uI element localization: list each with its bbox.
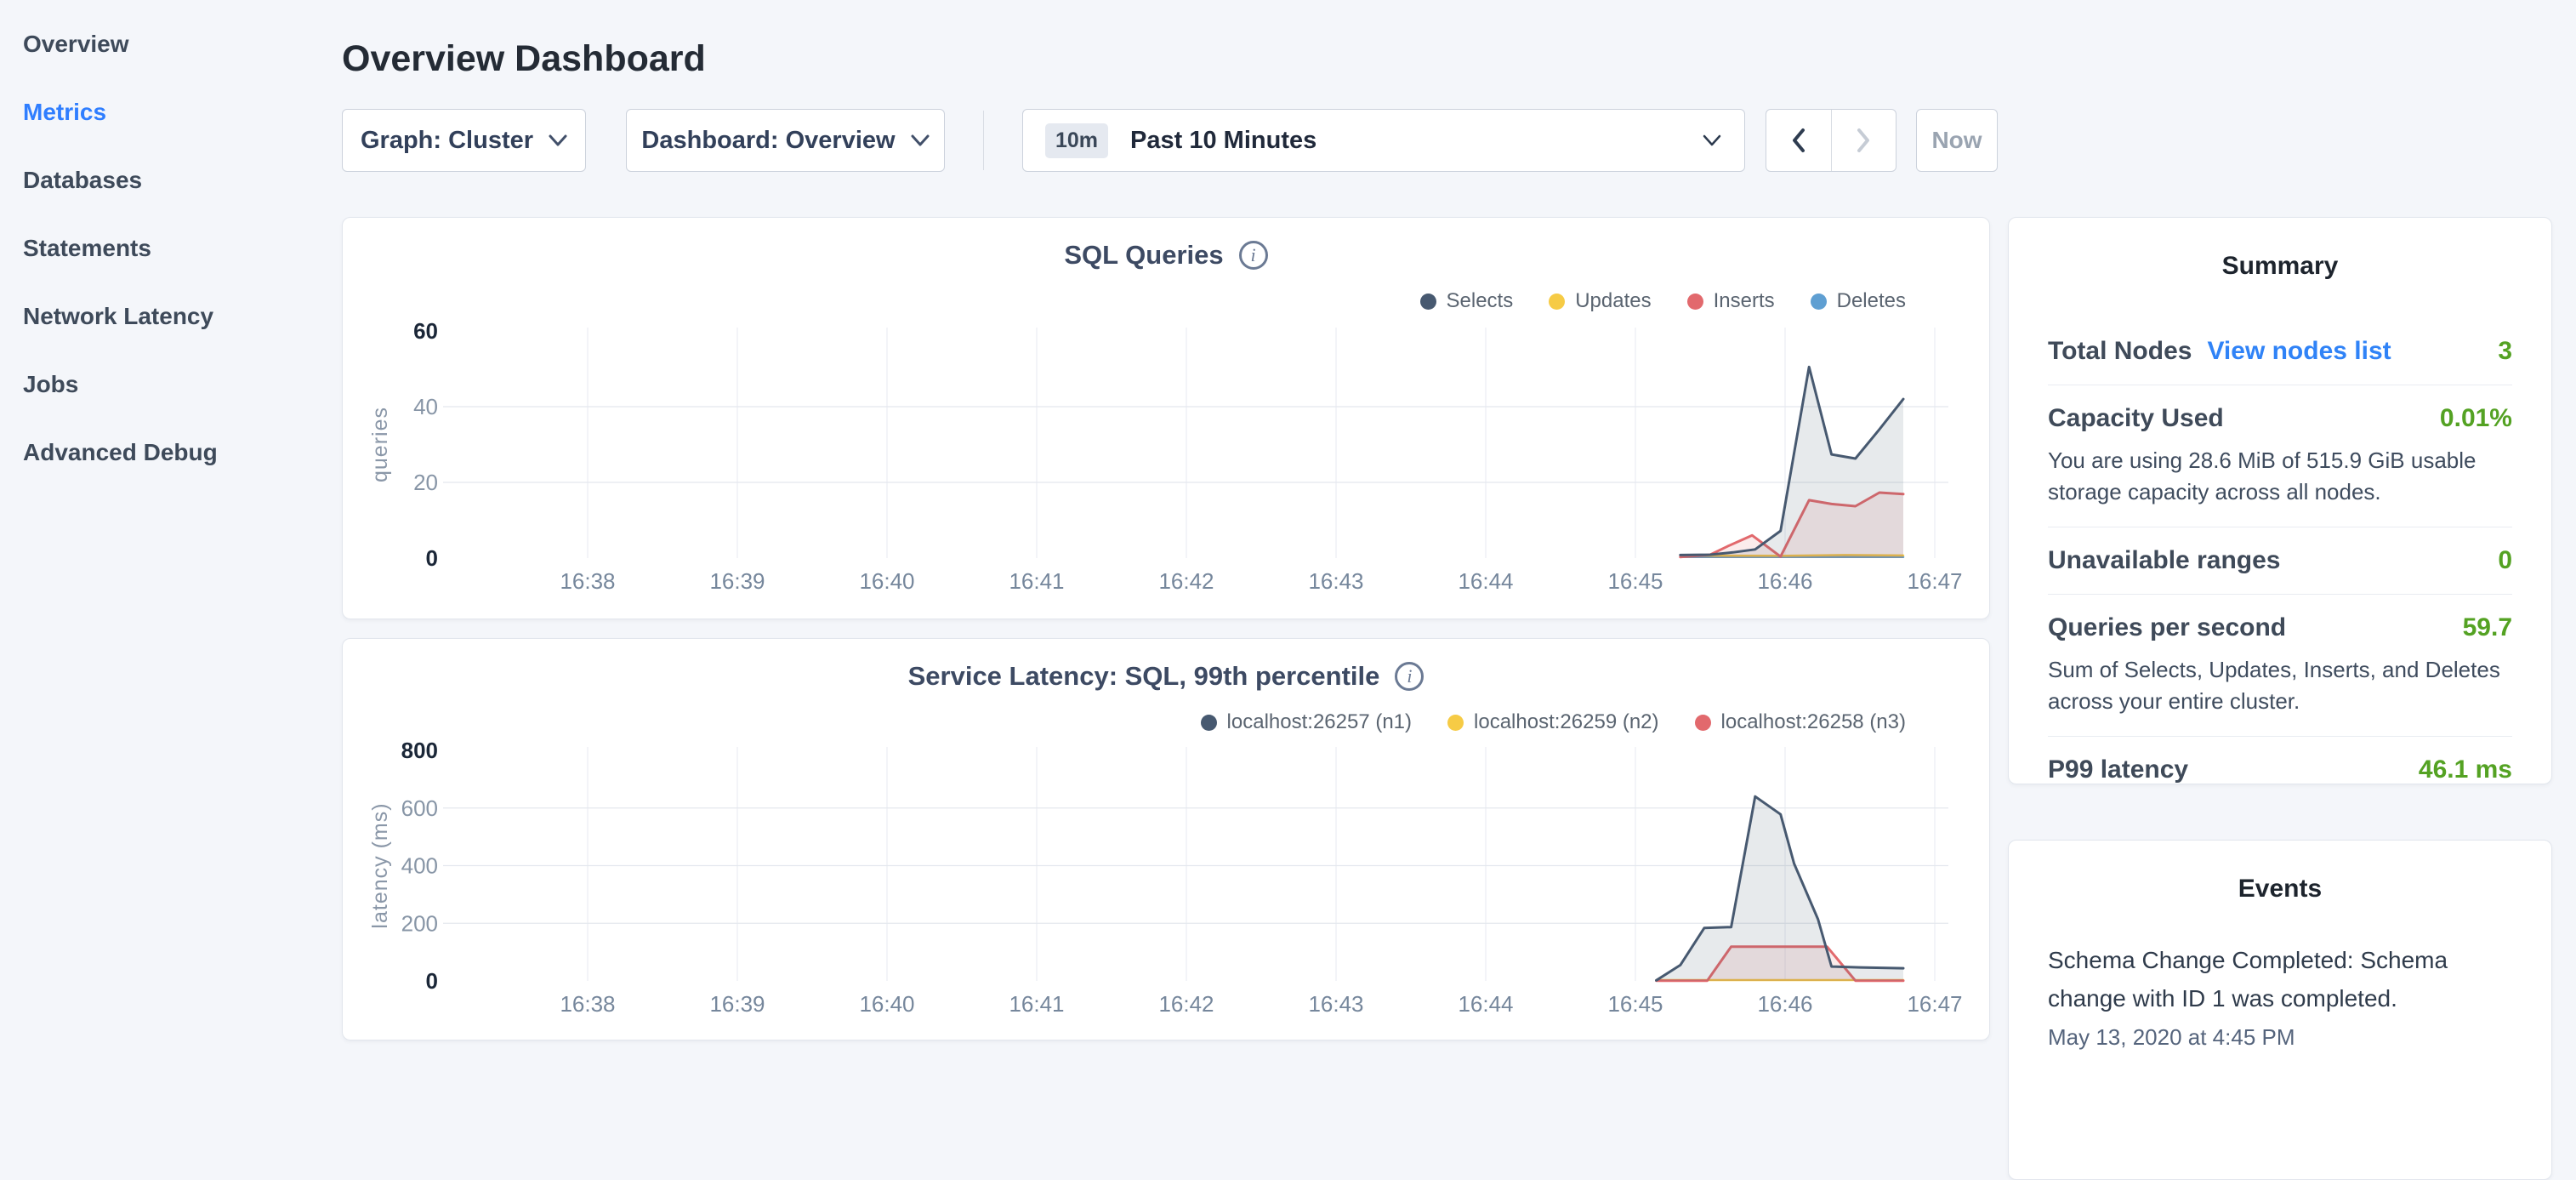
svg-text:queries: queries	[368, 407, 392, 482]
summary-metric-label: P99 latency	[2048, 755, 2188, 784]
svg-text:400: 400	[401, 853, 438, 879]
summary-metric-value: 59.7	[2463, 613, 2512, 642]
summary-rows: Total Nodes View nodes list 3 Capacity Used…	[2009, 318, 2551, 803]
svg-text:16:45: 16:45	[1607, 991, 1663, 1017]
svg-text:0: 0	[426, 545, 438, 571]
summary-row: Total Nodes View nodes list 3	[2048, 318, 2512, 385]
summary-metric-value: 0	[2498, 546, 2512, 575]
svg-text:16:46: 16:46	[1757, 568, 1812, 594]
toolbar-divider	[983, 111, 984, 170]
svg-text:16:42: 16:42	[1158, 568, 1214, 594]
svg-text:16:42: 16:42	[1158, 991, 1214, 1017]
sidebar-item-jobs[interactable]: Jobs	[23, 351, 312, 419]
sidebar-item-advanced-debug[interactable]: Advanced Debug	[23, 419, 312, 487]
time-range-badge: 10m	[1045, 123, 1108, 158]
summary-row-head: Capacity Used 0.01%	[2048, 404, 2512, 433]
summary-metric-description: You are using 28.6 MiB of 515.9 GiB usab…	[2048, 445, 2512, 508]
svg-text:40: 40	[413, 394, 438, 419]
view-nodes-list-link[interactable]: View nodes list	[2207, 337, 2391, 366]
dashboard-dropdown-label: Dashboard: Overview	[641, 127, 895, 155]
service-latency-plot: 16:38 16:39 16:40 16:41 16:42 16:43 16:44 16:45…	[343, 639, 1991, 1041]
next-range-button[interactable]	[1832, 110, 1896, 171]
now-button[interactable]: Now	[1916, 109, 1998, 172]
time-step-buttons	[1766, 109, 1896, 172]
event-timestamp: May 13, 2020 at 4:45 PM	[2048, 1024, 2512, 1051]
summary-row: P99 latency 46.1 ms	[2048, 737, 2512, 803]
time-range-selector[interactable]: 10m Past 10 Minutes	[1022, 109, 1745, 172]
summary-row-head: P99 latency 46.1 ms	[2048, 755, 2512, 784]
svg-text:60: 60	[413, 318, 438, 344]
chevron-right-icon	[1854, 126, 1873, 155]
summary-row-head: Total Nodes View nodes list 3	[2048, 337, 2512, 366]
svg-text:16:40: 16:40	[859, 991, 914, 1017]
svg-text:16:41: 16:41	[1009, 568, 1064, 594]
summary-row-head: Unavailable ranges 0	[2048, 546, 2512, 575]
svg-text:16:38: 16:38	[560, 568, 615, 594]
sidebar: OverviewMetricsDatabasesStatementsNetwor…	[23, 10, 312, 487]
summary-metric-label: Total Nodes	[2048, 337, 2192, 366]
svg-text:16:41: 16:41	[1009, 991, 1064, 1017]
chevron-left-icon	[1789, 126, 1808, 155]
svg-text:16:43: 16:43	[1308, 991, 1363, 1017]
svg-text:16:38: 16:38	[560, 991, 615, 1017]
svg-text:16:39: 16:39	[709, 568, 765, 594]
svg-text:800: 800	[401, 738, 438, 763]
svg-text:16:39: 16:39	[709, 991, 765, 1017]
summary-row-head: Queries per second 59.7	[2048, 613, 2512, 642]
summary-title: Summary	[2009, 252, 2551, 281]
summary-metric-label: Queries per second	[2048, 613, 2286, 642]
events-list: Schema Change Completed: Schema change w…	[2009, 941, 2551, 1051]
svg-text:16:43: 16:43	[1308, 568, 1363, 594]
summary-panel: Summary Total Nodes View nodes list 3 Capac…	[2008, 217, 2552, 784]
sidebar-item-statements[interactable]: Statements	[23, 214, 312, 282]
page-title: Overview Dashboard	[342, 38, 706, 80]
sidebar-item-network-latency[interactable]: Network Latency	[23, 282, 312, 351]
sql-queries-plot: 16:38 16:39 16:40 16:41 16:42 16:43 16:44 16:45…	[343, 218, 1991, 620]
service-latency-chart-card: Service Latency: SQL, 99th percentile i …	[342, 638, 1990, 1040]
summary-row: Unavailable ranges 0	[2048, 527, 2512, 595]
chevron-down-icon	[549, 134, 567, 147]
svg-text:16:44: 16:44	[1458, 568, 1513, 594]
svg-text:16:45: 16:45	[1607, 568, 1663, 594]
svg-text:20: 20	[413, 470, 438, 495]
svg-text:600: 600	[401, 795, 438, 821]
svg-text:16:40: 16:40	[859, 568, 914, 594]
time-range-label: Past 10 Minutes	[1130, 127, 1316, 155]
svg-text:latency (ms): latency (ms)	[368, 802, 392, 928]
chevron-down-icon	[911, 134, 930, 147]
sidebar-item-overview[interactable]: Overview	[23, 10, 312, 78]
svg-text:0: 0	[426, 968, 438, 994]
dashboard-dropdown[interactable]: Dashboard: Overview	[626, 109, 945, 172]
summary-row: Capacity Used 0.01% You are using 28.6 MiB…	[2048, 385, 2512, 527]
svg-text:200: 200	[401, 910, 438, 936]
svg-text:16:47: 16:47	[1907, 568, 1962, 594]
svg-text:16:46: 16:46	[1757, 991, 1812, 1017]
summary-metric-value: 0.01%	[2440, 404, 2512, 433]
summary-metric-value: 3	[2498, 337, 2512, 366]
summary-metric-label: Unavailable ranges	[2048, 546, 2280, 575]
previous-range-button[interactable]	[1766, 110, 1832, 171]
graph-source-dropdown[interactable]: Graph: Cluster	[342, 109, 586, 172]
summary-row: Queries per second 59.7 Sum of Selects, Up…	[2048, 595, 2512, 737]
sidebar-item-databases[interactable]: Databases	[23, 146, 312, 214]
sidebar-item-metrics[interactable]: Metrics	[23, 78, 312, 146]
events-panel: Events Schema Change Completed: Schema c…	[2008, 840, 2552, 1180]
summary-metric-value: 46.1 ms	[2419, 755, 2512, 784]
svg-text:16:47: 16:47	[1907, 991, 1962, 1017]
event-item[interactable]: Schema Change Completed: Schema change w…	[2048, 941, 2512, 1051]
summary-metric-description: Sum of Selects, Updates, Inserts, and De…	[2048, 654, 2512, 717]
events-title: Events	[2009, 875, 2551, 904]
event-text: Schema Change Completed: Schema change w…	[2048, 941, 2512, 1018]
sql-queries-chart-card: SQL Queries i SelectsUpdatesInsertsDelet…	[342, 217, 1990, 619]
graph-source-dropdown-label: Graph: Cluster	[361, 127, 533, 155]
svg-text:16:44: 16:44	[1458, 991, 1513, 1017]
chevron-down-icon	[1702, 134, 1722, 147]
summary-metric-label: Capacity Used	[2048, 404, 2224, 433]
